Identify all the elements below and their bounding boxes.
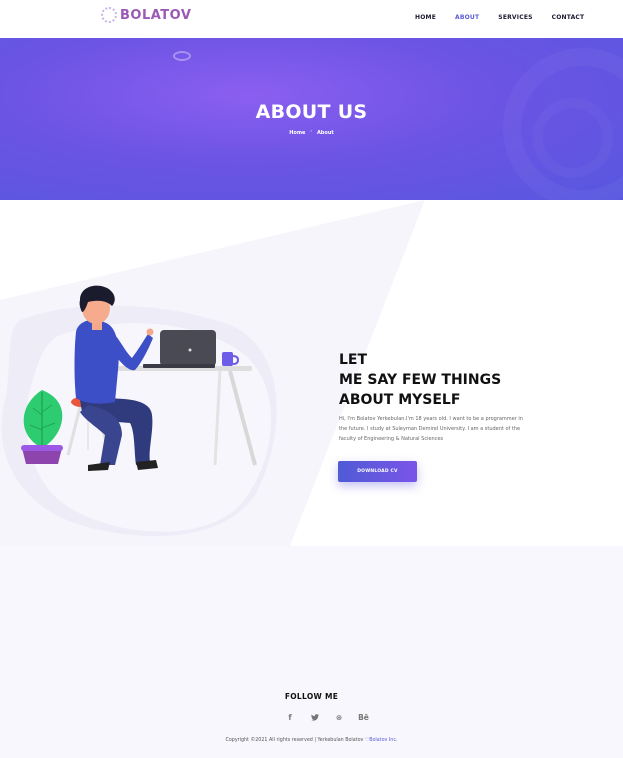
logo-mark-icon <box>101 7 117 23</box>
main-menu: HOME ABOUT SERVICES CONTACT <box>415 14 603 21</box>
nav-item-about[interactable]: ABOUT <box>455 14 479 21</box>
nav-item-contact[interactable]: CONTACT <box>552 14 585 21</box>
facebook-icon[interactable]: f <box>284 711 296 723</box>
dribbble-icon[interactable]: ⊛ <box>333 711 345 723</box>
about-description: Hi, I'm Bolatov Yerkebulan.I'm 18 years … <box>339 416 523 442</box>
page-title: ABOUT US <box>255 101 368 123</box>
about-heading-line: LET <box>339 352 368 368</box>
footer: FOLLOW ME f ⊛ Bē Copyright ©2021 All rig… <box>0 546 623 758</box>
follow-title: FOLLOW ME <box>284 692 339 701</box>
copyright-text: Copyright ©2021 All rights reserved | Ye… <box>0 738 623 743</box>
hero-banner: ABOUT US Home ˃ About <box>0 38 623 200</box>
copyright-brand-link[interactable]: Bolatov Inc. <box>369 738 397 743</box>
download-cv-button[interactable]: DOWNLOAD CV <box>338 461 417 482</box>
developer-illustration <box>1 285 277 537</box>
about-heading: LET ME SAY FEW THINGS ABOUT MYSELF <box>339 350 501 410</box>
nav-item-home[interactable]: HOME <box>415 14 436 21</box>
behance-icon[interactable]: Bē <box>358 711 370 723</box>
brand-name: BOLATOV <box>120 7 192 23</box>
top-navbar: BOLATOV HOME ABOUT SERVICES CONTACT <box>0 0 623 38</box>
social-links: f ⊛ Bē <box>284 711 382 723</box>
about-section: LET ME SAY FEW THINGS ABOUT MYSELF Hi, I… <box>0 200 623 546</box>
twitter-icon[interactable] <box>309 711 321 723</box>
decorative-bubble-icon <box>173 51 191 61</box>
nav-item-services[interactable]: SERVICES <box>498 14 532 21</box>
about-heading-line: ME SAY FEW THINGS <box>339 372 502 388</box>
brand-logo[interactable]: BOLATOV <box>101 7 191 23</box>
breadcrumb-current: About <box>316 130 334 136</box>
breadcrumb-home-link[interactable]: Home <box>289 130 305 136</box>
breadcrumb-separator-icon: ˃ <box>310 130 313 135</box>
breadcrumb: Home ˃ About <box>0 130 623 136</box>
about-heading-line: ABOUT MYSELF <box>339 392 461 408</box>
copyright-prefix: Copyright ©2021 All rights reserved | Ye… <box>225 738 365 743</box>
